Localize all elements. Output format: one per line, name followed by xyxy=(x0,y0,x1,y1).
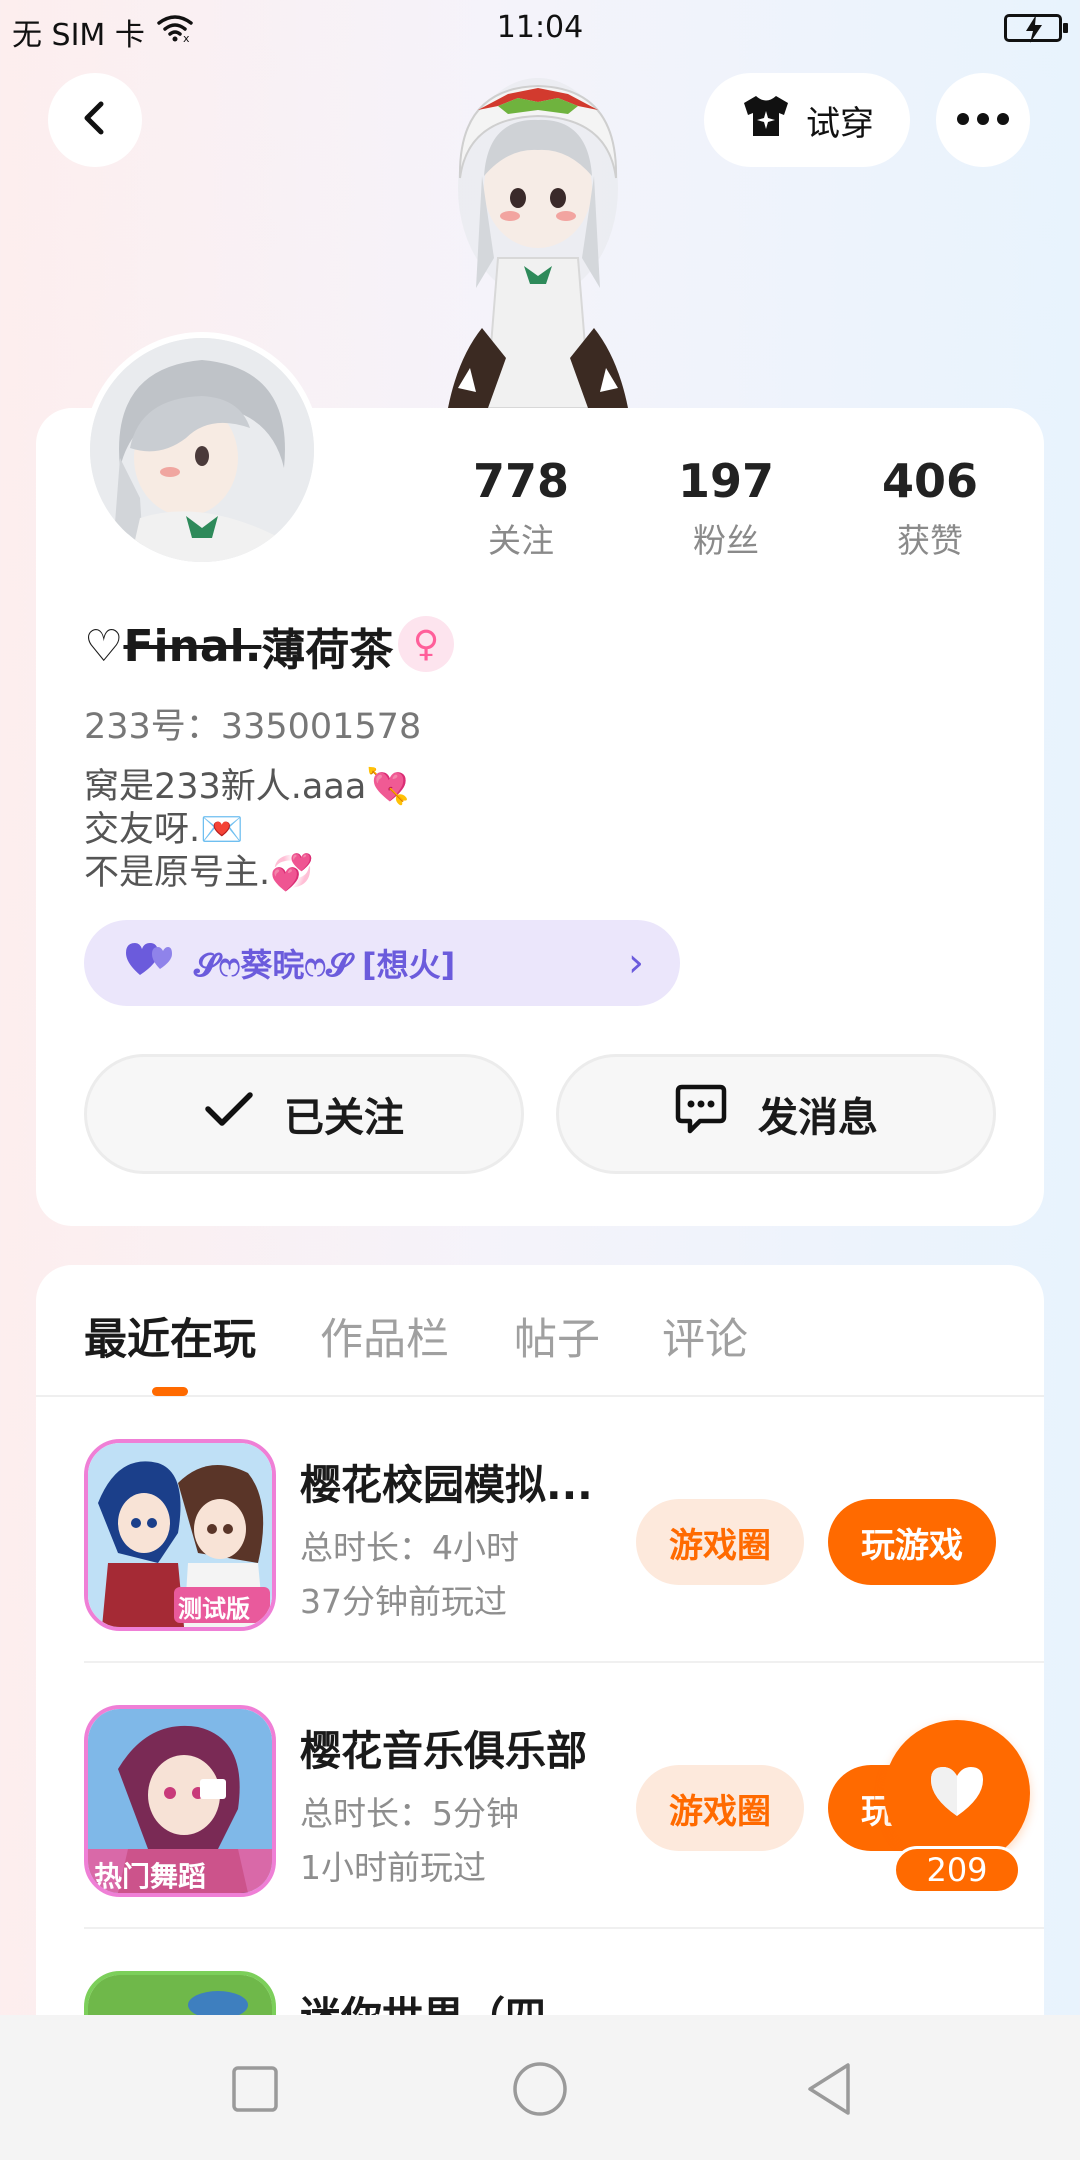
stat-label: 关注 xyxy=(488,521,554,560)
tab-posts[interactable]: 帖子 xyxy=(514,1305,600,1367)
stat-label: 获赞 xyxy=(897,521,963,560)
more-dots-icon xyxy=(956,111,1010,130)
stat-value: 406 xyxy=(881,454,979,508)
tab-comments[interactable]: 评论 xyxy=(662,1305,748,1367)
cp-tag-button[interactable]: 𝓢ෆ葵晥ෆ𝓢 [想火] › xyxy=(84,920,680,1006)
game-last-played: 37分钟前玩过 xyxy=(300,1582,507,1621)
game-circle-button[interactable]: 游戏圈 xyxy=(636,1765,804,1851)
stat-label: 粉丝 xyxy=(693,521,759,560)
game-circle-button[interactable]: 游戏圈 xyxy=(636,1499,804,1585)
play-game-button[interactable]: 玩游戏 xyxy=(828,1499,996,1585)
bio-line: 窝是233新人.aaa💘 xyxy=(84,767,410,807)
home-button[interactable] xyxy=(510,2059,570,2119)
heart-icon xyxy=(927,1764,987,1822)
game-icon-badge: 热门舞蹈 xyxy=(94,1860,207,1893)
status-time: 11:04 xyxy=(496,10,584,45)
try-on-button[interactable]: 试穿 xyxy=(704,73,910,167)
game-icon-badge: 测试版 xyxy=(178,1595,250,1623)
nickname-prefix: ♡ xyxy=(84,620,124,672)
chevron-right-icon: › xyxy=(628,940,644,986)
like-count: 209 xyxy=(893,1846,1021,1894)
status-bar: 无 SIM 卡 x 11:04 xyxy=(0,0,1080,58)
stat-following[interactable]: 778 关注 xyxy=(431,454,611,562)
female-gender-icon: ♀ xyxy=(398,616,454,672)
tab-bar: 最近在玩 作品栏 帖子 评论 xyxy=(36,1265,1044,1397)
game-title: 樱花校园模拟... xyxy=(300,1461,593,1509)
stat-likes[interactable]: 406 获赞 xyxy=(840,454,1020,562)
tab-works[interactable]: 作品栏 xyxy=(320,1305,449,1367)
try-on-label: 试穿 xyxy=(806,103,874,144)
system-nav-bar xyxy=(0,2015,1080,2160)
heart-pair-icon xyxy=(124,941,174,985)
nickname-main: 薄荷茶 xyxy=(261,625,394,676)
avatar[interactable] xyxy=(84,332,320,568)
list-item[interactable]: 测试版 樱花校园模拟... 总时长：4小时 37分钟前玩过 游戏圈 玩游戏 xyxy=(84,1397,1044,1663)
stat-value: 197 xyxy=(677,454,775,508)
bio-line: 不是原号主.💞 xyxy=(84,853,314,893)
stat-followers[interactable]: 197 粉丝 xyxy=(636,454,816,562)
chevron-left-icon xyxy=(75,98,115,142)
cp-tag-text: 𝓢ෆ葵晥ෆ𝓢 [想火] xyxy=(194,946,456,984)
shirt-icon xyxy=(740,93,792,148)
message-button[interactable]: 发消息 xyxy=(556,1054,996,1174)
recent-apps-button[interactable] xyxy=(225,2059,285,2119)
more-button[interactable] xyxy=(936,73,1030,167)
back-nav-button[interactable] xyxy=(800,2059,860,2119)
tab-recent-play[interactable]: 最近在玩 xyxy=(84,1305,256,1367)
game-last-played: 1小时前玩过 xyxy=(300,1848,486,1887)
like-button[interactable] xyxy=(884,1720,1030,1866)
bio: 窝是233新人.aaa💘 交友呀.💌 不是原号主.💞 xyxy=(84,766,410,895)
user-id: 233号：335001578 xyxy=(84,707,422,747)
bio-line: 交友呀.💌 xyxy=(84,810,244,850)
avatar-3d-figure xyxy=(418,58,658,409)
stat-value: 778 xyxy=(472,454,570,508)
game-icon[interactable]: 测试版 xyxy=(84,1439,276,1631)
game-title: 樱花音乐俱乐部 xyxy=(300,1727,587,1775)
follow-label: 已关注 xyxy=(284,1095,404,1141)
game-icon[interactable]: 热门舞蹈 xyxy=(84,1705,276,1897)
back-button[interactable] xyxy=(48,73,142,167)
game-duration: 总时长：5分钟 xyxy=(300,1794,519,1833)
message-label: 发消息 xyxy=(758,1095,878,1141)
chat-bubble-icon xyxy=(674,1083,728,1145)
nickname-strike: Final. xyxy=(123,620,262,672)
check-icon xyxy=(204,1089,254,1139)
follow-button[interactable]: 已关注 xyxy=(84,1054,524,1174)
game-duration: 总时长：4小时 xyxy=(300,1528,519,1567)
nickname: ♡ Final. 薄荷茶 xyxy=(84,614,393,678)
tab-indicator xyxy=(152,1387,188,1396)
battery-icon xyxy=(1004,14,1068,43)
